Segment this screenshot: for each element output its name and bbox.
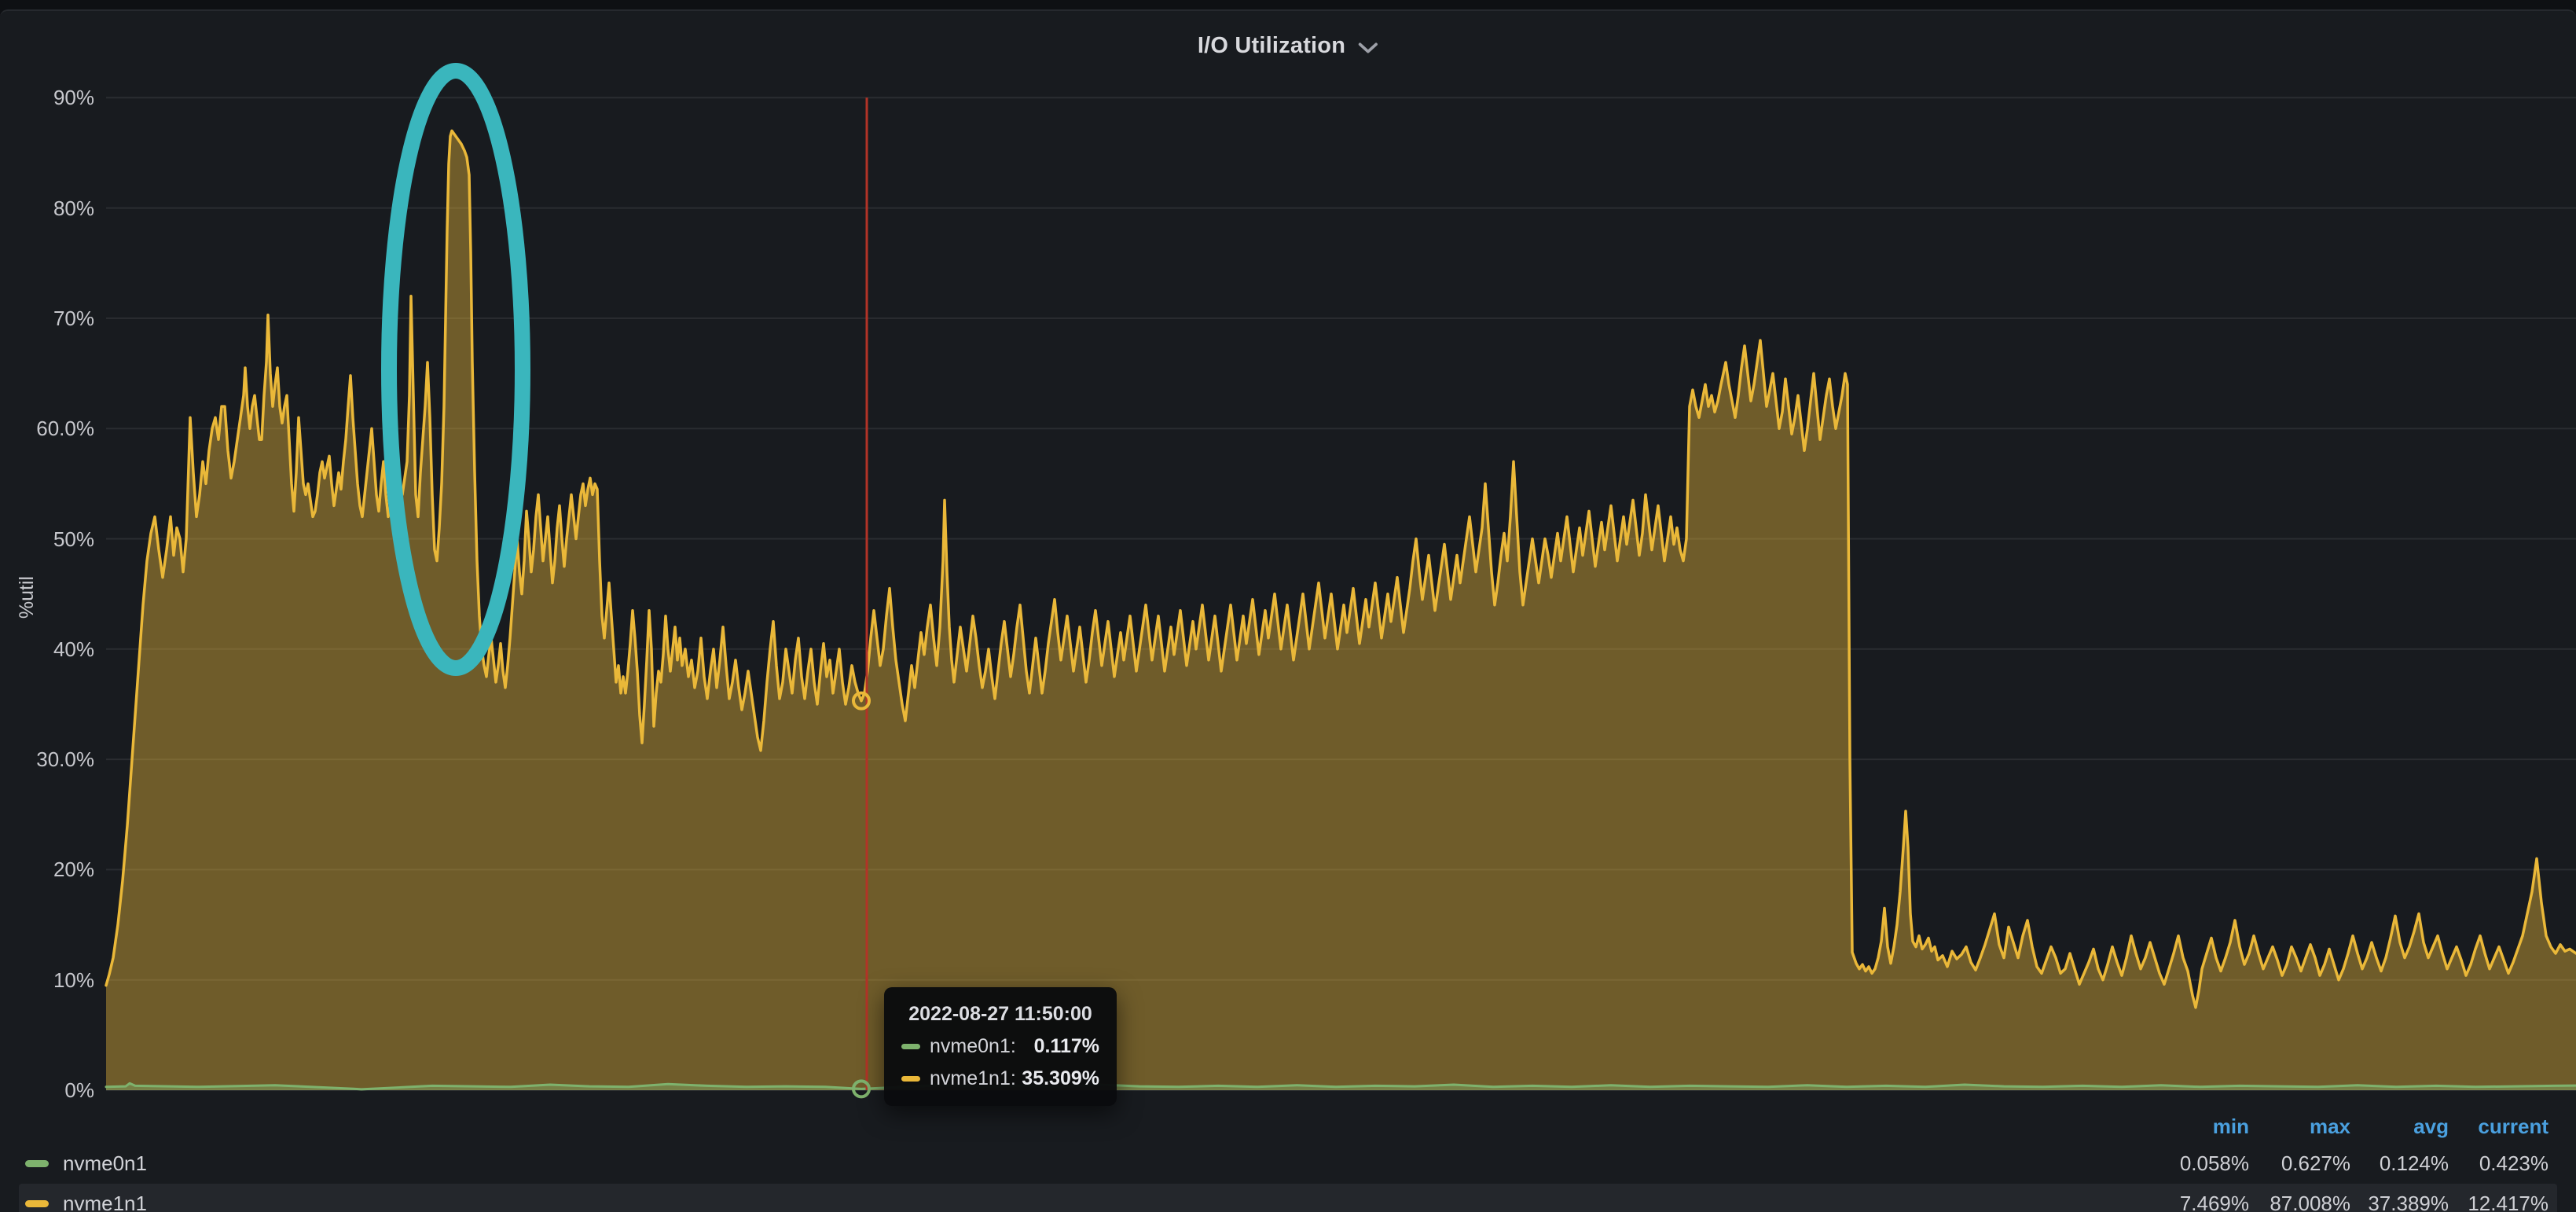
series-name[interactable]: nvme0n1 [63, 1151, 147, 1176]
stat-current: 0.423% [2479, 1151, 2548, 1176]
tooltip-series-name: nvme1n1: [930, 1067, 1016, 1090]
series-name[interactable]: nvme1n1 [63, 1192, 147, 1212]
series-color-swatch [901, 1076, 920, 1082]
stat-max: 87.008% [2270, 1192, 2350, 1212]
tooltip-series-name: nvme0n1: [930, 1035, 1016, 1058]
stat-min: 0.058% [2180, 1151, 2249, 1176]
series-color-swatch [901, 1044, 920, 1049]
legend-row-nvme1n1[interactable]: nvme1n1 7.469% 87.008% 37.389% 12.417% [19, 1184, 2557, 1212]
legend-header-avg[interactable]: avg [2413, 1115, 2449, 1139]
legend-header-max[interactable]: max [2310, 1115, 2350, 1139]
series-area-nvme1n1 [106, 130, 2576, 1090]
chart-canvas[interactable] [0, 11, 2576, 1212]
tooltip-series-value: 0.117% [1034, 1035, 1099, 1058]
tooltip-row-nvme0n1: nvme0n1: 0.117% [901, 1035, 1099, 1058]
legend-header-current[interactable]: current [2478, 1115, 2548, 1139]
tooltip-series-value: 35.309% [1022, 1067, 1099, 1090]
legend-row-nvme0n1[interactable]: nvme0n1 0.058% 0.627% 0.124% 0.423% [19, 1145, 2557, 1181]
stat-avg: 0.124% [2380, 1151, 2449, 1176]
series-color-swatch [25, 1200, 49, 1207]
tooltip-timestamp: 2022-08-27 11:50:00 [901, 1003, 1099, 1026]
stat-min: 7.469% [2180, 1192, 2249, 1212]
series-color-swatch [25, 1160, 49, 1167]
tooltip-row-nvme1n1: nvme1n1: 35.309% [901, 1067, 1099, 1090]
chart-tooltip: 2022-08-27 11:50:00 nvme0n1: 0.117% nvme… [884, 987, 1117, 1106]
legend-header-min[interactable]: min [2213, 1115, 2249, 1139]
stat-current: 12.417% [2468, 1192, 2548, 1212]
stat-max: 0.627% [2281, 1151, 2350, 1176]
stat-avg: 37.389% [2368, 1192, 2449, 1212]
legend-stats-header: min max avg current [19, 1111, 2557, 1141]
grafana-panel-page: I/O Utilization %util 0%10%20%30.0%40%50… [0, 0, 2576, 1212]
io-utilization-panel: I/O Utilization %util 0%10%20%30.0%40%50… [0, 9, 2576, 1212]
